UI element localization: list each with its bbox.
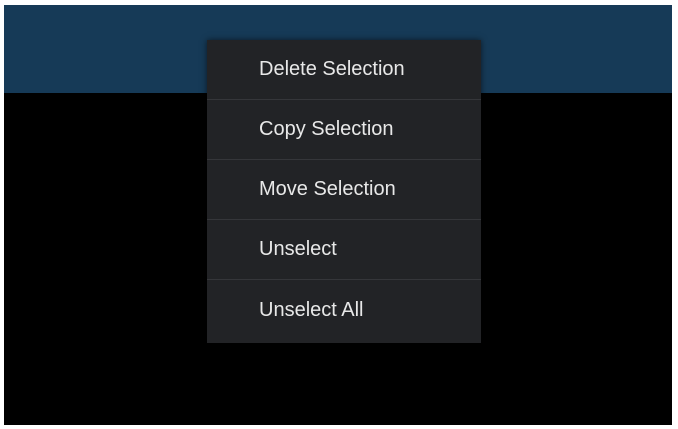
- menu-item-label: Unselect All: [259, 298, 364, 321]
- menu-item-move-selection[interactable]: Move Selection: [207, 160, 481, 220]
- menu-item-unselect-all[interactable]: Unselect All: [207, 280, 481, 340]
- context-menu: Delete Selection Copy Selection Move Sel…: [207, 40, 481, 343]
- menu-item-label: Move Selection: [259, 178, 396, 200]
- menu-item-label: Copy Selection: [259, 118, 394, 140]
- app-screen: Delete Selection Copy Selection Move Sel…: [4, 5, 672, 425]
- menu-item-unselect[interactable]: Unselect: [207, 220, 481, 280]
- menu-item-copy-selection[interactable]: Copy Selection: [207, 100, 481, 160]
- menu-item-delete-selection[interactable]: Delete Selection: [207, 40, 481, 100]
- menu-item-label: Delete Selection: [259, 58, 405, 80]
- menu-item-label: Unselect: [259, 238, 337, 260]
